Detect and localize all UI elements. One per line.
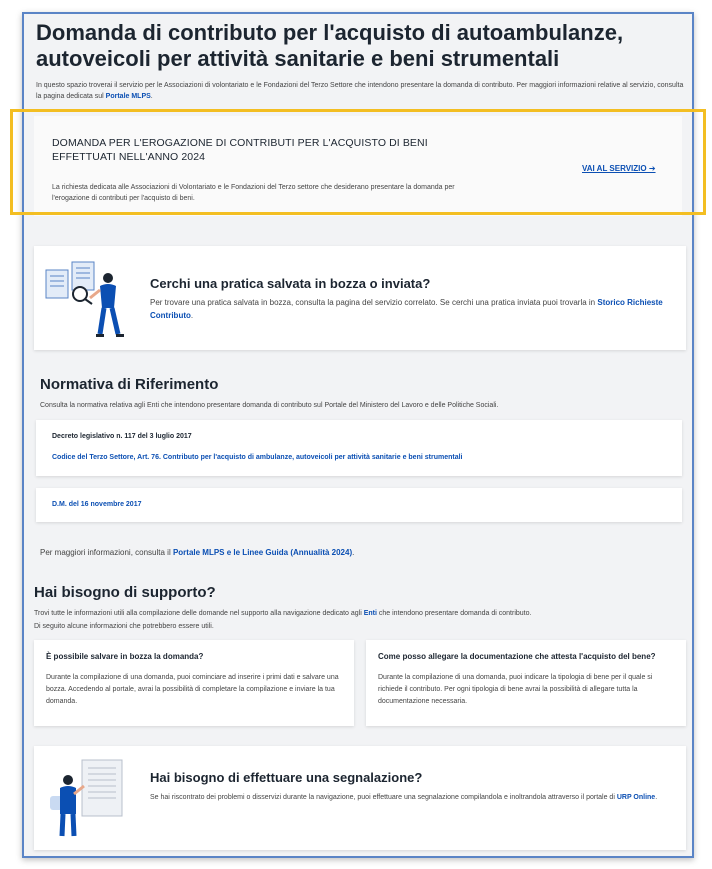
draft-title: Cerchi una pratica salvata in bozza o in… <box>150 276 431 291</box>
support-line2: Di seguito alcune informazioni che potre… <box>34 623 214 630</box>
support-title: Hai bisogno di supporto? <box>34 584 216 601</box>
report-form-illustration <box>50 759 123 837</box>
faq-question: È possibile salvare in bozza la domanda? <box>46 652 204 661</box>
report-title: Hai bisogno di effettuare una segnalazio… <box>150 770 423 785</box>
enti-link[interactable]: Enti <box>364 610 377 617</box>
codice-terzo-settore-link[interactable]: Codice del Terzo Settore, Art. 76. Contr… <box>52 454 462 461</box>
vai-al-servizio-link[interactable]: VAI AL SERVIZIO ➔ <box>582 164 656 173</box>
page-title: Domanda di contributo per l'acquisto di … <box>36 20 624 71</box>
normativa-subtitle: Consulta la normativa relativa agli Enti… <box>40 402 499 409</box>
dm-card: D.M. del 16 novembre 2017 <box>36 488 682 522</box>
faq-card: È possibile salvare in bozza la domanda?… <box>34 640 354 726</box>
faq-answer: Durante la compilazione di una domanda, … <box>46 674 339 705</box>
support-line1: Trovi tutte le informazioni utili alla c… <box>34 610 532 617</box>
page-frame: Domanda di contributo per l'acquisto di … <box>22 12 694 858</box>
faq-question: Come posso allegare la documentazione ch… <box>378 652 656 661</box>
search-documents-illustration <box>45 261 124 337</box>
decree-heading: Decreto legislativo n. 117 del 3 luglio … <box>52 433 192 440</box>
faq-answer: Durante la compilazione di una domanda, … <box>378 674 653 705</box>
portale-mlps-link[interactable]: Portale MLPS <box>106 93 151 100</box>
draft-search-card: Cerchi una pratica salvata in bozza o in… <box>34 246 686 350</box>
service-card: DOMANDA PER L'EROGAZIONE DI CONTRIBUTI P… <box>34 116 682 216</box>
more-info-text: Per maggiori informazioni, consulta il P… <box>40 548 355 557</box>
intro-text: In questo spazio troverai il servizio pe… <box>36 82 684 100</box>
dm-link[interactable]: D.M. del 16 novembre 2017 <box>52 501 141 508</box>
service-title: DOMANDA PER L'EROGAZIONE DI CONTRIBUTI P… <box>52 137 428 163</box>
faq-card: Come posso allegare la documentazione ch… <box>366 640 686 726</box>
decree-card: Decreto legislativo n. 117 del 3 luglio … <box>36 420 682 476</box>
report-text: Se hai riscontrato dei problemi o disser… <box>150 794 658 801</box>
service-description: La richiesta dedicata alle Associazioni … <box>52 184 455 202</box>
report-card: Hai bisogno di effettuare una segnalazio… <box>34 746 686 850</box>
draft-text: Per trovare una pratica salvata in bozza… <box>150 298 663 320</box>
urp-online-link[interactable]: URP Online <box>617 794 655 801</box>
normativa-title: Normativa di Riferimento <box>40 376 219 393</box>
linee-guida-link[interactable]: Portale MLPS e le Linee Guida (Annualità… <box>173 548 352 557</box>
